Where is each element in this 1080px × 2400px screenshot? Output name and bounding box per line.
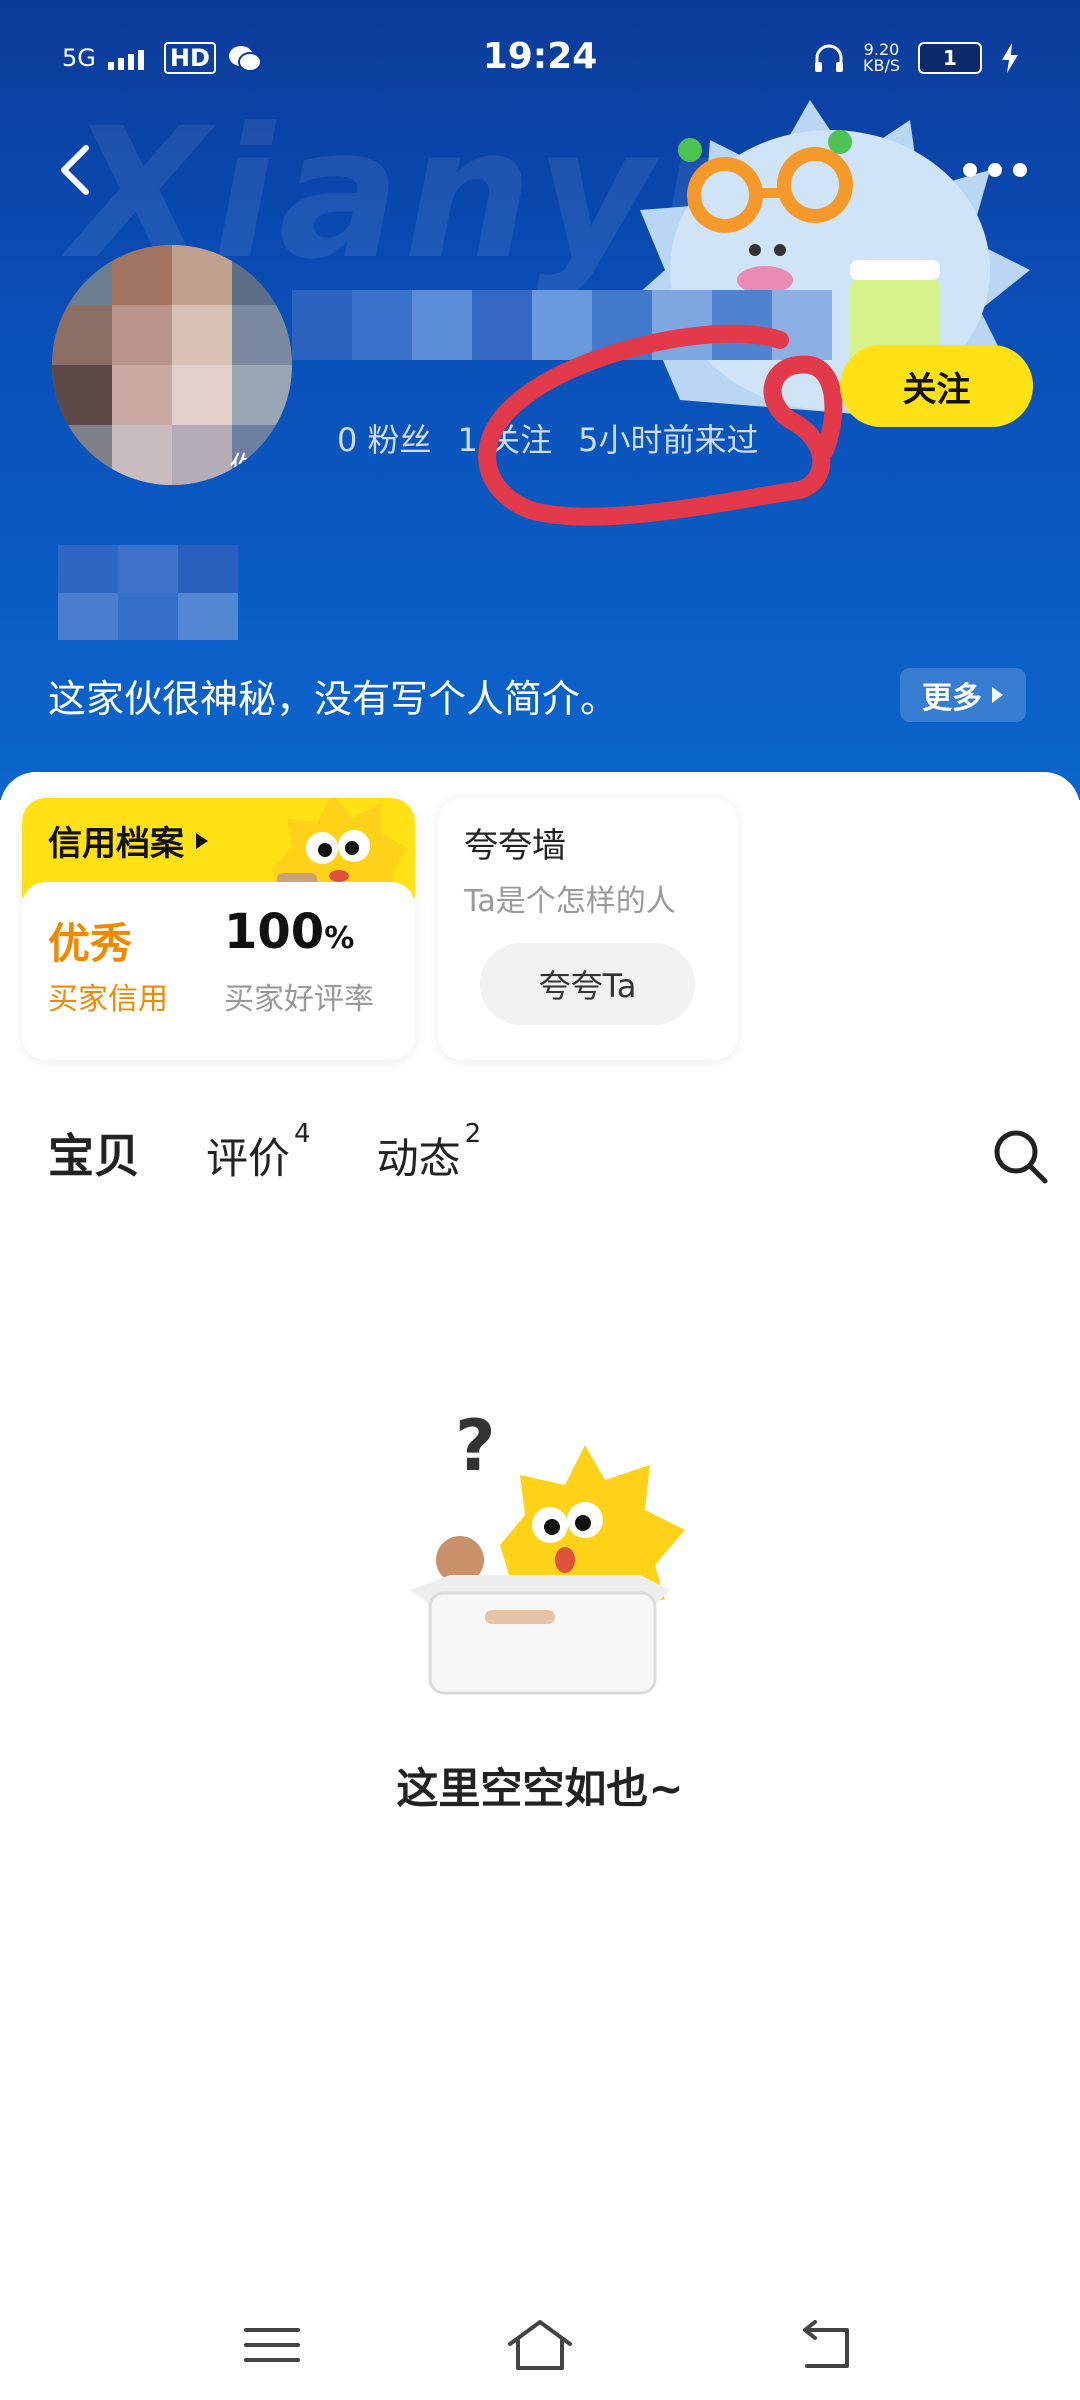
follow-button[interactable]: 关注 <box>840 345 1033 427</box>
headphone-icon <box>814 44 843 72</box>
avatar[interactable]: 你 <box>52 245 292 485</box>
positive-rate-label: 买家好评率 <box>224 982 374 1017</box>
credit-label: 买家信用 <box>48 982 168 1017</box>
status-bar: 5G HD 19:24 9.20 KB/S 1 <box>0 0 1080 110</box>
empty-box-illustration: ? <box>410 1415 685 1695</box>
credit-title: 信用档案 <box>48 824 184 864</box>
triangle-right-icon <box>992 687 1003 703</box>
red-circle-annotation <box>478 324 843 526</box>
svg-text:?: ? <box>455 1415 496 1487</box>
praise-button[interactable]: 夸夸Ta <box>480 943 695 1025</box>
praise-wall-card[interactable]: 夸夸墙 Ta是个怎样的人 夸夸Ta <box>438 798 738 1060</box>
profile-header: Xianyu 5G HD 19:24 9.20 KB/S 1 你 0 粉丝 1 … <box>0 0 1080 800</box>
battery-indicator: 1 <box>918 42 982 74</box>
profile-bio: 这家伙很神秘，没有写个人简介。 <box>48 677 619 721</box>
charging-icon <box>1002 43 1018 73</box>
tab-items[interactable]: 宝贝 <box>46 1120 142 1186</box>
more-info-label: 更多 <box>922 681 982 716</box>
tab-activity[interactable]: 动态 2 <box>377 1119 482 1186</box>
home-icon[interactable] <box>500 2310 580 2380</box>
net-speed-unit: KB/S <box>862 56 900 75</box>
empty-message: 这里空空如也~ <box>396 1764 684 1813</box>
praise-title: 夸夸墙 <box>464 826 566 866</box>
credit-level: 优秀 <box>48 919 133 968</box>
positive-rate: 100% <box>224 904 355 960</box>
menu-icon[interactable] <box>232 2310 312 2380</box>
praise-subtitle: Ta是个怎样的人 <box>464 884 676 919</box>
user-id-redacted <box>58 545 238 640</box>
credit-card[interactable]: 信用档案 优秀 买家信用 100% 买家好评率 <box>22 798 415 1060</box>
back-chevron-icon[interactable] <box>48 140 108 200</box>
avatar-caption: 你 <box>230 450 259 483</box>
followers-count[interactable]: 0 粉丝 <box>337 415 432 461</box>
triangle-right-icon <box>196 832 208 849</box>
search-icon[interactable] <box>990 1126 1050 1186</box>
more-dots-icon[interactable] <box>960 150 1030 190</box>
system-navigation-bar <box>0 2290 1080 2400</box>
tab-bar: 宝贝 评价 4 动态 2 <box>46 1119 482 1186</box>
tab-reviews[interactable]: 评价 4 <box>206 1119 311 1186</box>
more-info-button[interactable]: 更多 <box>900 668 1026 722</box>
return-icon[interactable] <box>785 2310 865 2380</box>
